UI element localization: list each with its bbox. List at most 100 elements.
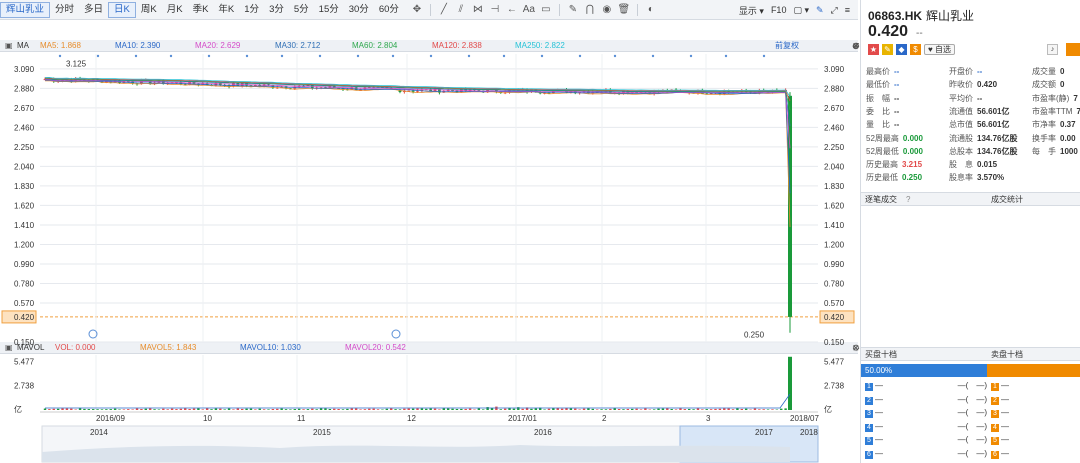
badge-icon[interactable]: ◆ — [896, 44, 907, 55]
tab-period[interactable]: 15分 — [314, 0, 344, 20]
help-icon[interactable]: ? — [906, 193, 910, 206]
stat-item: 52周最低 0.000 — [866, 146, 923, 156]
volume-bar — [341, 409, 345, 410]
volume-bar — [197, 408, 200, 410]
edit-icon[interactable]: ✎ — [816, 5, 824, 16]
stock-code: 06863.HK — [868, 9, 923, 23]
volume-bar — [105, 409, 108, 410]
display-menu[interactable]: 显示 ▾ — [739, 4, 764, 17]
stat-item: 股 息 0.015 — [949, 160, 998, 170]
expand-icon[interactable]: ⤢ — [831, 5, 838, 16]
price-line: 0.420 -- — [868, 23, 923, 41]
divider — [558, 3, 560, 16]
volume-bar — [705, 409, 708, 410]
stat-item: 每 手 1000 — [1032, 146, 1078, 156]
volume-bar — [692, 409, 695, 410]
channel-tool-icon[interactable]: ⫽ — [454, 3, 468, 17]
volume-bar — [153, 409, 156, 410]
pen-icon[interactable]: ✎ — [566, 3, 580, 17]
tab-period[interactable]: 60分 — [374, 0, 404, 20]
y-tick-label: 0.150 — [824, 338, 845, 347]
arrow-tool-icon[interactable]: ← — [505, 3, 519, 17]
sell-levels-label: 卖盘十档 — [991, 350, 1023, 359]
x-tick-label: 10 — [203, 414, 212, 423]
adjust-button[interactable]: 前复权 — [775, 40, 799, 52]
tab-period[interactable]: 季K — [188, 0, 214, 20]
badge-icon[interactable]: ✎ — [882, 44, 893, 55]
volume-bar — [311, 408, 314, 410]
tab-period[interactable]: 日K — [108, 1, 136, 18]
volume-bar — [271, 408, 275, 410]
stats-tab[interactable]: 成交统计 — [991, 193, 1023, 206]
tab-period[interactable]: 1分 — [239, 0, 264, 20]
bid-row: 2— —( —) — [865, 394, 987, 405]
legend-item: MA60: 2.804 — [352, 41, 398, 50]
volume-bar — [416, 408, 419, 410]
volume-bar — [617, 409, 621, 410]
volume-bar — [319, 408, 323, 410]
volume-bar — [127, 409, 130, 410]
volume-bar — [411, 408, 415, 410]
volume-bar — [74, 409, 77, 410]
note-tool-icon[interactable]: ▭ — [539, 3, 553, 17]
volume-bar — [595, 409, 599, 410]
volume-bar — [477, 408, 481, 410]
volume-bar — [390, 408, 393, 410]
volume-bar — [731, 409, 735, 410]
volume-bar — [267, 409, 270, 410]
event-dot — [613, 54, 617, 58]
menu-icon[interactable]: ≡ — [845, 5, 850, 15]
volume-bar — [758, 409, 761, 410]
line-tool-icon[interactable]: ╱ — [437, 3, 451, 17]
range-tool-icon[interactable]: ⊣ — [488, 3, 502, 17]
volume-bar — [442, 408, 445, 410]
y-tick-label: 0.780 — [824, 279, 845, 288]
toggle-icon[interactable]: ◐ — [644, 3, 658, 17]
tab-period[interactable]: 30分 — [344, 0, 374, 20]
tab-period[interactable]: 年K — [213, 0, 239, 20]
magnet-icon[interactable]: ⋂ — [583, 3, 597, 17]
tab-period[interactable]: 多日 — [79, 0, 108, 20]
volume-bar — [674, 409, 678, 410]
crosshair-icon[interactable]: ✥ — [410, 3, 424, 17]
volume-bar — [753, 408, 757, 410]
volume-bar — [166, 409, 169, 410]
f10-button[interactable]: F10 — [771, 5, 787, 15]
tab-period[interactable]: 月K — [162, 0, 188, 20]
tab-period[interactable]: 5分 — [289, 0, 314, 20]
bid-row: 3— —( —) — [865, 407, 987, 418]
volume-bar — [52, 408, 55, 410]
bid-row: 1— —( —) — [865, 380, 987, 391]
event-dot — [356, 54, 360, 58]
tab-stock[interactable]: 辉山乳业 — [0, 1, 51, 18]
volume-bar — [289, 409, 292, 410]
badge-icon[interactable]: ★ — [868, 44, 879, 55]
ma-line — [44, 78, 791, 126]
volume-bar — [140, 409, 143, 410]
volume-bar — [560, 408, 564, 410]
volume-bar — [433, 408, 437, 410]
volume-bar — [83, 408, 86, 410]
fib-tool-icon[interactable]: ⋈ — [471, 3, 485, 17]
bid-row: 6— —( —) — [865, 448, 987, 459]
volume-bar — [762, 409, 765, 410]
volume-bar — [683, 409, 687, 410]
volume-bar — [429, 408, 432, 410]
tab-period[interactable]: 3分 — [264, 0, 289, 20]
layout-icon[interactable]: ▢ ▾ — [793, 5, 809, 16]
collapse-icon[interactable]: ▣ — [5, 40, 13, 52]
bell-icon[interactable]: ♪ — [1047, 44, 1058, 55]
text-tool-icon[interactable]: Aa — [522, 3, 536, 17]
badge-icon[interactable]: $ — [910, 44, 921, 55]
kline-chart[interactable]: 3.090 3.090 2.880 2.880 2.670 2.670 2.460 2.460… — [0, 52, 858, 463]
tab-period[interactable]: 周K — [136, 0, 162, 20]
trash-icon[interactable]: 🗑 — [617, 3, 631, 17]
eye-icon[interactable]: ◉ — [600, 3, 614, 17]
volume-bar — [652, 409, 656, 410]
trade-button[interactable] — [1066, 43, 1080, 56]
tab-period[interactable]: 分时 — [50, 0, 79, 20]
volume-bar — [626, 408, 630, 410]
y-tick-label: 0.570 — [824, 299, 845, 308]
watchlist-button[interactable]: ♥ 自选 — [924, 44, 955, 55]
orderbook-header: 买盘十档 卖盘十档 — [861, 347, 1080, 361]
